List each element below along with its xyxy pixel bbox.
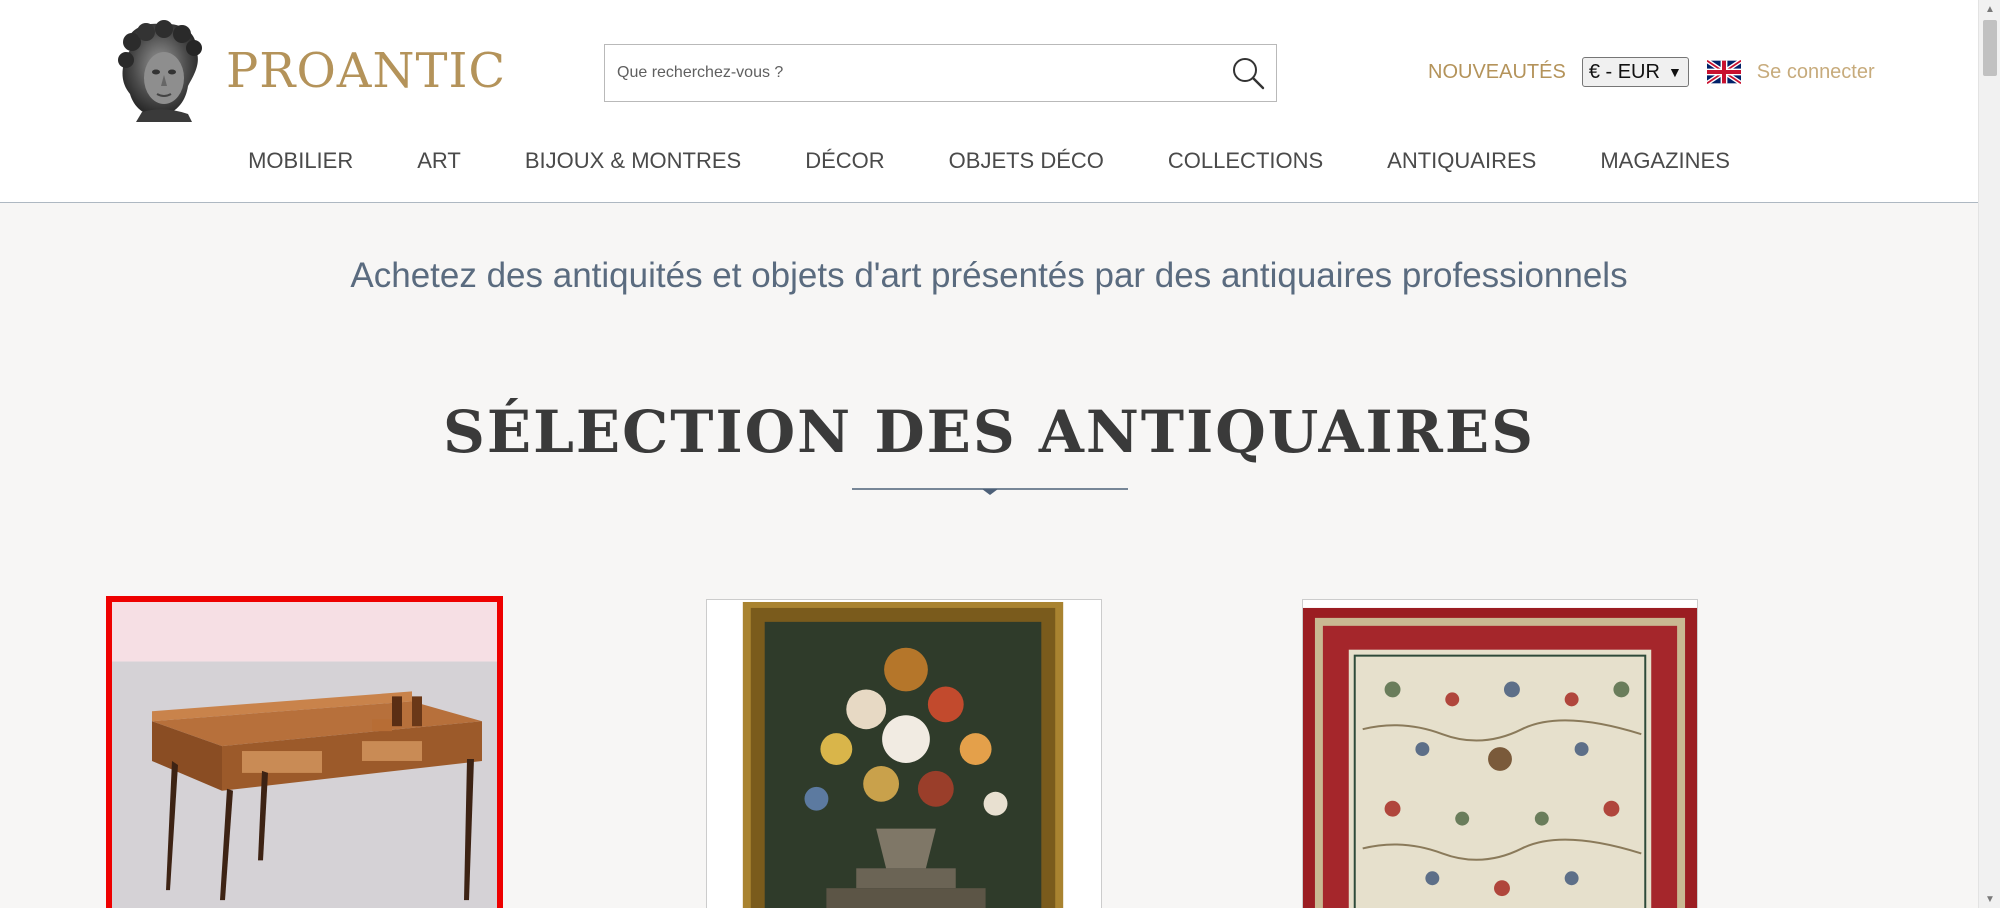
- persian-rug-image: [1303, 600, 1697, 908]
- product-card[interactable]: [106, 596, 503, 908]
- product-card[interactable]: [1302, 599, 1698, 908]
- page-scrollbar[interactable]: ▲ ▼: [1978, 0, 2000, 908]
- currency-selected-value: € - EUR: [1588, 60, 1660, 83]
- logo-link[interactable]: PROANTIC: [112, 20, 506, 122]
- page-tagline: Achetez des antiquités et objets d'art p…: [350, 256, 1628, 295]
- main-nav: MOBILIER ART BIJOUX & MONTRES DÉCOR OBJE…: [0, 148, 1978, 174]
- scroll-thumb[interactable]: [1983, 20, 1997, 76]
- brand-name: PROANTIC: [226, 43, 507, 99]
- top-right-links: NOUVEAUTÉS € - EUR ▼ Se connecter: [1428, 56, 1875, 88]
- scroll-up-arrow-icon[interactable]: ▲: [1979, 0, 2000, 18]
- scroll-down-arrow-icon[interactable]: ▼: [1979, 890, 2000, 908]
- page: PROANTIC NOUVEAUTÉS € - EUR ▼: [0, 0, 1978, 908]
- nav-item-objets-deco[interactable]: OBJETS DÉCO: [949, 148, 1104, 174]
- floral-painting-image: [707, 600, 1101, 908]
- chevron-down-icon: ▼: [1667, 64, 1682, 80]
- search-button[interactable]: [1220, 45, 1276, 101]
- product-card[interactable]: [706, 599, 1102, 908]
- nav-item-bijoux-montres[interactable]: BIJOUX & MONTRES: [525, 148, 741, 174]
- bust-icon: [118, 20, 202, 122]
- nav-item-magazines[interactable]: MAGAZINES: [1600, 148, 1730, 174]
- news-link[interactable]: NOUVEAUTÉS: [1428, 61, 1566, 84]
- writing-desk-image: [112, 602, 497, 908]
- search-icon: [1233, 58, 1265, 90]
- search-bar: [604, 44, 1277, 102]
- nav-item-art[interactable]: ART: [417, 148, 461, 174]
- title-divider: [852, 488, 1128, 495]
- currency-select[interactable]: € - EUR ▼: [1581, 57, 1689, 87]
- login-link[interactable]: Se connecter: [1757, 61, 1875, 84]
- section-title: SÉLECTION DES ANTIQUAIRES: [443, 398, 1535, 466]
- uk-flag-icon[interactable]: [1706, 60, 1741, 84]
- nav-item-collections[interactable]: COLLECTIONS: [1168, 148, 1323, 174]
- nav-item-decor[interactable]: DÉCOR: [805, 148, 884, 174]
- nav-item-mobilier[interactable]: MOBILIER: [248, 148, 353, 174]
- search-input[interactable]: [605, 45, 1220, 101]
- site-header: PROANTIC NOUVEAUTÉS € - EUR ▼: [0, 0, 1978, 203]
- nav-item-antiquaires[interactable]: ANTIQUAIRES: [1387, 148, 1536, 174]
